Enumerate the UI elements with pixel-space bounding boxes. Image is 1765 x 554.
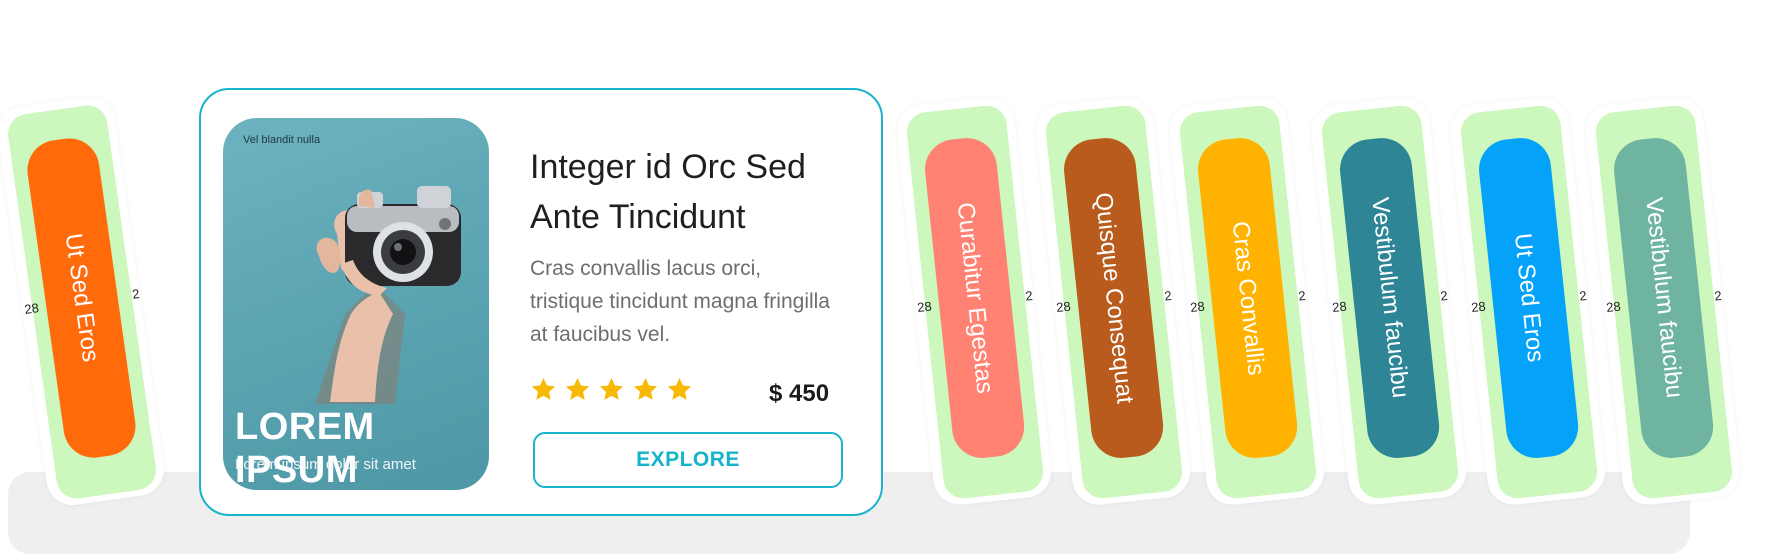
mini-card[interactable]: 28 2 Cras Convallis bbox=[1167, 95, 1327, 508]
product-description: Cras convallis lacus orci, tristique tin… bbox=[530, 257, 830, 346]
rating-stars bbox=[530, 376, 693, 403]
star-icon bbox=[531, 378, 556, 400]
product-title: Integer id Orc Sed Ante Tincidunt bbox=[530, 148, 806, 236]
mini-card[interactable]: 28 2 Ut Sed Eros bbox=[0, 93, 168, 509]
explore-button[interactable]: EXPLORE bbox=[533, 432, 843, 488]
cover-subtitle: Lorem ipsum dolor sit amet bbox=[235, 456, 416, 473]
mini-card-label: Cras Convallis bbox=[1226, 219, 1269, 377]
star-icon bbox=[565, 378, 590, 400]
cover-tag: Vel blandit nulla bbox=[243, 134, 321, 146]
cover-title: LOREM IPSUM bbox=[235, 406, 375, 490]
mini-card-label: Vestibulum faucibu bbox=[1640, 196, 1688, 400]
star-icon bbox=[599, 378, 624, 400]
star-icon bbox=[667, 378, 692, 400]
mini-card-label: Ut Sed Eros bbox=[59, 232, 104, 364]
mini-card[interactable]: 28 2 Vestibulum faucibu bbox=[1583, 95, 1743, 508]
star-icon bbox=[633, 378, 658, 400]
mini-card[interactable]: 28 2 Curabitur Egestas bbox=[894, 95, 1054, 508]
product-cover-image: Vel blandit nulla LOREM IPSUM Lorem ipsu… bbox=[223, 118, 489, 490]
camera-in-hand-illustration bbox=[315, 186, 461, 404]
mini-card-label: Ut Sed Eros bbox=[1508, 232, 1549, 364]
mini-card[interactable]: 28 2 Vestibulum faucibu bbox=[1309, 95, 1469, 508]
mini-card[interactable]: 28 2 Ut Sed Eros bbox=[1448, 95, 1608, 508]
mini-card-label: Vestibulum faucibu bbox=[1366, 196, 1414, 400]
featured-product-card: Vel blandit nulla LOREM IPSUM Lorem ipsu… bbox=[199, 88, 883, 516]
mini-card-label: Curabitur Egestas bbox=[951, 201, 998, 395]
mini-card-label: Quisque Consequat bbox=[1089, 191, 1138, 405]
product-price: $ 450 bbox=[769, 380, 830, 407]
mini-card[interactable]: 28 2 Quisque Consequat bbox=[1033, 95, 1193, 508]
